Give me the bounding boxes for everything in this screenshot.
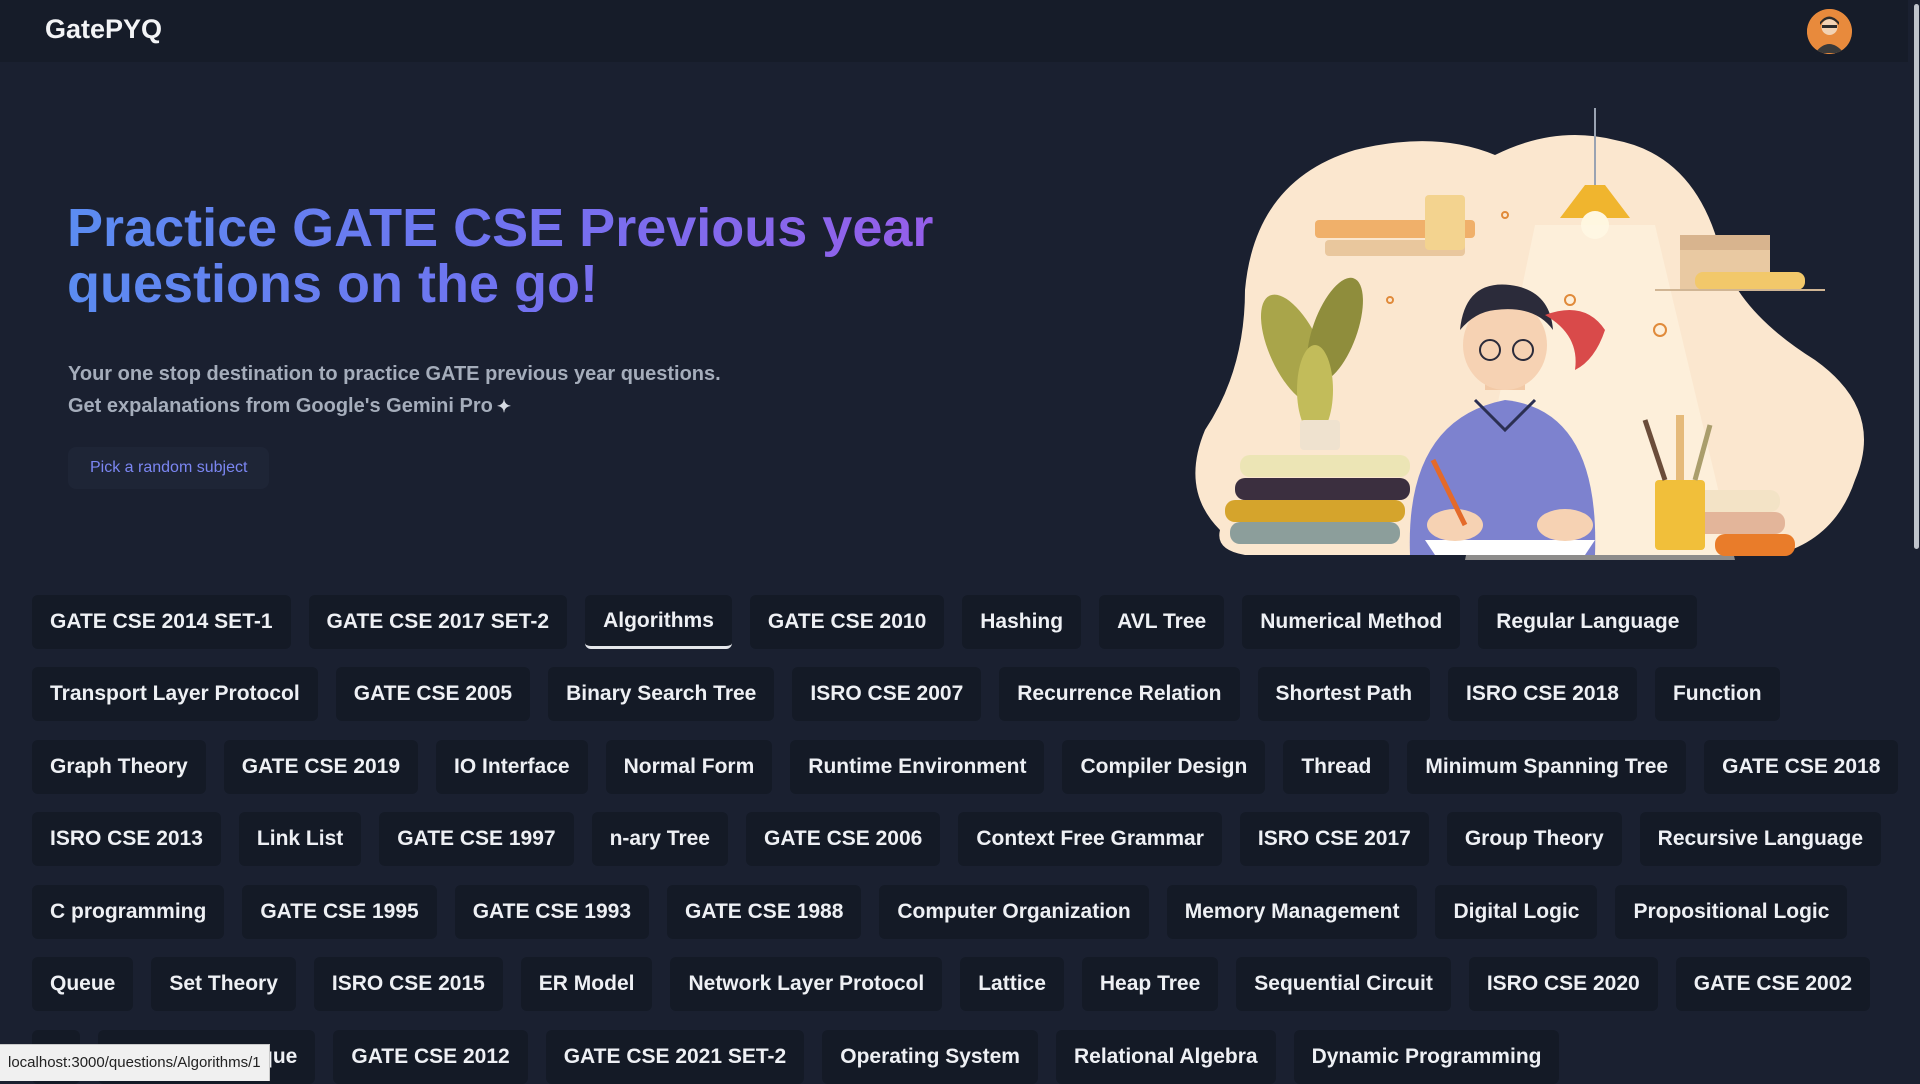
subject-tag[interactable]: Relational Algebra xyxy=(1055,1030,1276,1084)
hero-subtitle-line1: Your one stop destination to practice GA… xyxy=(68,363,721,385)
subject-tag[interactable]: Memory Management xyxy=(1166,885,1418,939)
hero-subtitle-line2: Get expalanations from Google's Gemini P… xyxy=(68,390,721,423)
subject-tag[interactable]: Numerical Method xyxy=(1242,595,1461,649)
subject-tag[interactable]: Operating System xyxy=(822,1030,1038,1084)
subject-tag[interactable]: Link List xyxy=(238,812,362,866)
subject-tag[interactable]: GATE CSE 1988 xyxy=(667,885,862,939)
subject-tag[interactable]: Set Theory xyxy=(151,957,296,1011)
subject-tag[interactable]: n-ary Tree xyxy=(591,812,728,866)
subject-tag[interactable]: ISRO CSE 2015 xyxy=(313,957,503,1011)
scrollbar-thumb[interactable] xyxy=(1914,4,1919,549)
tag-row: Transport Layer Protocol GATE CSE 2005 Bin… xyxy=(32,667,1798,721)
tag-row: Graph Theory GATE CSE 2019 IO Interface Nor… xyxy=(32,740,1916,794)
subject-tag[interactable]: Hashing xyxy=(962,595,1082,649)
subject-tag[interactable]: Computer Organization xyxy=(879,885,1149,939)
subject-tag[interactable]: GATE CSE 2014 SET-1 xyxy=(32,595,291,649)
random-subject-button[interactable]: Pick a random subject xyxy=(68,447,270,489)
subject-tag[interactable]: C programming xyxy=(32,885,225,939)
subject-tag[interactable]: Regular Language xyxy=(1478,595,1698,649)
subject-tag[interactable]: Network Layer Protocol xyxy=(670,957,943,1011)
subject-tag[interactable]: Shortest Path xyxy=(1257,667,1431,721)
subject-tag[interactable]: Function xyxy=(1654,667,1780,721)
subject-tag[interactable]: GATE CSE 2012 xyxy=(333,1030,528,1084)
subject-tag[interactable]: Group Theory xyxy=(1446,812,1622,866)
subject-tag[interactable]: ISRO CSE 2017 xyxy=(1239,812,1429,866)
browser-status-url: localhost:3000/questions/Algorithms/1 xyxy=(0,1044,270,1081)
subject-tag[interactable]: ISRO CSE 2018 xyxy=(1448,667,1637,721)
subject-tag[interactable]: Normal Form xyxy=(605,740,773,794)
subject-tag[interactable]: Queue xyxy=(32,957,134,1011)
subject-tag[interactable]: ISRO CSE 2020 xyxy=(1468,957,1658,1011)
subject-tag[interactable]: GATE CSE 1995 xyxy=(242,885,437,939)
subject-tag[interactable]: ER Model xyxy=(520,957,653,1011)
subject-tag[interactable]: Sequential Circuit xyxy=(1236,957,1451,1011)
hero-subtitle-line2-text: Get expalanations from Google's Gemini P… xyxy=(68,395,493,417)
subject-tag[interactable]: GATE CSE 1993 xyxy=(454,885,650,939)
subject-tag[interactable]: ISRO CSE 2013 xyxy=(32,812,221,866)
subject-tag[interactable]: GATE CSE 2019 xyxy=(223,740,419,794)
subject-tag[interactable]: Recursive Language xyxy=(1639,812,1882,866)
tag-row: Queue Set Theory ISRO CSE 2015 ER Model Netw… xyxy=(32,957,1888,1011)
subject-tag[interactable]: GATE CSE 2021 SET-2 xyxy=(545,1030,805,1084)
subject-tag[interactable]: GATE CSE 2018 xyxy=(1704,740,1899,794)
tag-row: GATE CSE 2014 SET-1 GATE CSE 2017 SET-2 Al… xyxy=(32,595,1715,649)
subject-tag[interactable]: Recurrence Relation xyxy=(999,667,1240,721)
subject-tag[interactable]: GATE CSE 2010 xyxy=(749,595,945,649)
subject-tag[interactable]: Digital Logic xyxy=(1435,885,1598,939)
subject-tag[interactable]: Propositional Logic xyxy=(1615,885,1848,939)
subject-tag[interactable]: Graph Theory xyxy=(32,740,206,794)
hero-subtitle: Your one stop destination to practice GA… xyxy=(68,358,721,423)
subject-tag[interactable]: Lattice xyxy=(960,957,1064,1011)
top-navbar: GatePYQ xyxy=(0,0,1920,62)
subject-tag[interactable]: Dynamic Programming xyxy=(1293,1030,1560,1084)
subject-tag[interactable]: IO Interface xyxy=(436,740,588,794)
subject-tag[interactable]: Runtime Environment xyxy=(790,740,1045,794)
subject-tag[interactable]: Compiler Design xyxy=(1062,740,1266,794)
subject-tag[interactable]: Thread xyxy=(1283,740,1390,794)
user-avatar-icon[interactable] xyxy=(1807,9,1852,54)
subject-tag[interactable]: ISRO CSE 2007 xyxy=(792,667,982,721)
subject-tag[interactable]: AVL Tree xyxy=(1099,595,1225,649)
tag-row: ISRO CSE 2013 Link List GATE CSE 1997 n-ary… xyxy=(32,812,1899,866)
tag-row: C programming GATE CSE 1995 GATE CSE 1993 G… xyxy=(32,885,1865,939)
subject-tag[interactable]: Minimum Spanning Tree xyxy=(1407,740,1687,794)
hero-title: Practice GATE CSE Previous year question… xyxy=(67,200,987,312)
subject-tag[interactable]: GATE CSE 2006 xyxy=(745,812,941,866)
subject-tag[interactable]: Context Free Grammar xyxy=(958,812,1222,866)
subject-tag[interactable]: Transport Layer Protocol xyxy=(32,667,318,721)
subject-tag[interactable]: Algorithms xyxy=(585,595,732,649)
sparkle-icon: ✦ xyxy=(496,397,512,416)
subject-tag[interactable]: Heap Tree xyxy=(1081,957,1219,1011)
subject-tag[interactable]: GATE CSE 2005 xyxy=(335,667,531,721)
subject-tag[interactable]: GATE CSE 2002 xyxy=(1675,957,1871,1011)
brand-logo[interactable]: GatePYQ xyxy=(45,14,162,45)
subject-tag[interactable]: GATE CSE 2017 SET-2 xyxy=(308,595,568,649)
subject-tag[interactable]: Binary Search Tree xyxy=(548,667,775,721)
subject-tag[interactable]: GATE CSE 1997 xyxy=(379,812,574,866)
student-studying-illustration xyxy=(1195,108,1864,560)
